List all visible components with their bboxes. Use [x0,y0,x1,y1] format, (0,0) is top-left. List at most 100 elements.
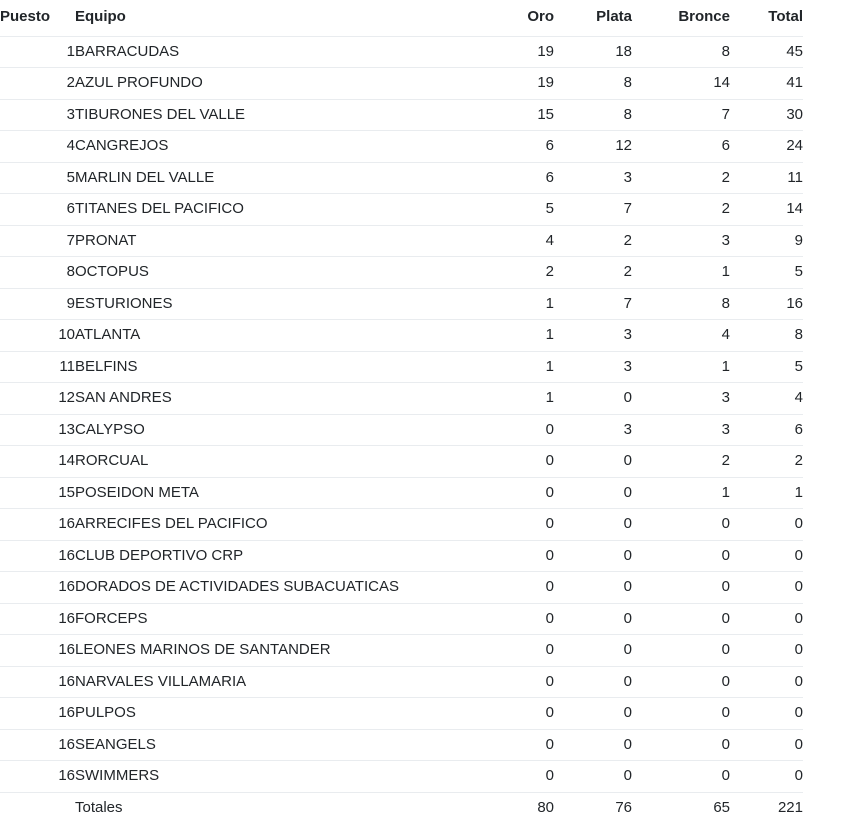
totals-row: Totales 80 76 65 221 [0,791,803,823]
cell-puesto: 16 [0,665,75,698]
table-row[interactable]: 12 SAN ANDRES 1 0 3 4 [0,382,803,414]
cell-bronce: 0 [632,697,730,729]
cell-plata: 12 [554,130,632,162]
table-row[interactable]: 16 PULPOS 0 0 0 0 [0,697,803,729]
cell-bronce: 3 [632,224,730,257]
table-row[interactable]: 6 TITANES DEL PACIFICO 5 7 2 14 [0,193,803,225]
table-row[interactable]: 3 TIBURONES DEL VALLE 15 8 7 30 [0,98,803,131]
cell-puesto: 8 [0,256,75,288]
cell-equipo: CLUB DEPORTIVO CRP [75,539,488,572]
column-header-total[interactable]: Total [730,0,803,37]
cell-total: 0 [730,728,803,761]
table-row[interactable]: 9 ESTURIONES 1 7 8 16 [0,287,803,320]
cell-plata: 3 [554,413,632,446]
cell-oro: 6 [488,130,554,162]
cell-equipo: FORCEPS [75,602,488,635]
cell-equipo: DORADOS DE ACTIVIDADES SUBACUATICAS [75,571,488,603]
cell-bronce: 6 [632,130,730,162]
cell-total: 2 [730,445,803,477]
table-row[interactable]: 16 SEANGELS 0 0 0 0 [0,728,803,761]
cell-oro: 0 [488,539,554,572]
cell-equipo: SAN ANDRES [75,382,488,414]
table-row[interactable]: 10 ATLANTA 1 3 4 8 [0,319,803,351]
cell-total: 0 [730,697,803,729]
table-row[interactable]: 4 CANGREJOS 6 12 6 24 [0,130,803,162]
cell-plata: 3 [554,350,632,383]
cell-bronce: 3 [632,413,730,446]
cell-plata: 0 [554,382,632,414]
table-body: 1 BARRACUDAS 19 18 8 45 2 AZUL PROFUNDO 19 8 14 41 3… [0,36,803,792]
cell-equipo: MARLIN DEL VALLE [75,161,488,194]
cell-puesto: 9 [0,287,75,320]
table-row[interactable]: 7 PRONAT 4 2 3 9 [0,224,803,257]
totals-total: 221 [730,791,803,823]
cell-puesto: 6 [0,193,75,225]
table-row[interactable]: 16 LEONES MARINOS DE SANTANDER 0 0 0 0 [0,634,803,666]
cell-puesto: 15 [0,476,75,509]
cell-puesto: 1 [66,42,75,60]
cell-puesto: 16 [0,571,75,603]
cell-total: 30 [730,98,803,131]
cell-oro: 0 [488,445,554,477]
cell-puesto: 7 [0,224,75,257]
cell-oro: 19 [488,67,554,99]
cell-puesto: 16 [0,728,75,761]
table-row[interactable]: 16 SWIMMERS 0 0 0 0 [0,760,803,792]
cell-equipo: ARRECIFES DEL PACIFICO [75,508,488,540]
cell-puesto: 12 [0,382,75,414]
cell-plata: 8 [554,98,632,131]
cell-equipo: TITANES DEL PACIFICO [75,193,488,225]
cell-puesto: 16 [0,697,75,729]
cell-oro: 5 [488,193,554,225]
cell-oro: 1 [488,287,554,320]
column-header-equipo[interactable]: Equipo [75,0,488,37]
cell-equipo: BARRACUDAS [75,42,180,60]
column-header-bronce[interactable]: Bronce [632,0,730,37]
cell-plata: 0 [554,760,632,792]
cell-bronce: 8 [632,287,730,320]
cell-puesto: 3 [0,98,75,131]
cell-bronce: 0 [632,760,730,792]
table-row[interactable]: 14 RORCUAL 0 0 2 2 [0,445,803,477]
table-row[interactable]: 15 POSEIDON META 0 0 1 1 [0,476,803,509]
table-row[interactable]: 13 CALYPSO 0 3 3 6 [0,413,803,446]
cell-puesto: 16 [0,634,75,666]
table-row[interactable]: 1 BARRACUDAS 19 18 8 45 [0,36,803,68]
cell-puesto: 16 [0,602,75,635]
cell-equipo: LEONES MARINOS DE SANTANDER [75,634,488,666]
cell-puesto: 13 [0,413,75,446]
cell-oro: 2 [488,256,554,288]
cell-oro: 4 [488,224,554,257]
column-header-puesto[interactable]: Puesto [0,0,75,37]
cell-oro: 0 [488,571,554,603]
column-header-oro[interactable]: Oro [488,0,554,37]
cell-bronce: 2 [632,161,730,194]
cell-plata: 0 [554,602,632,635]
cell-oro: 0 [488,413,554,446]
cell-equipo: PRONAT [75,224,488,257]
cell-puesto: 11 [0,350,75,383]
cell-oro: 19 [537,42,554,60]
cell-total: 14 [730,193,803,225]
table-row[interactable]: 16 CLUB DEPORTIVO CRP 0 0 0 0 [0,539,803,572]
table-row[interactable]: 8 OCTOPUS 2 2 1 5 [0,256,803,288]
table-row[interactable]: 16 NARVALES VILLAMARIA 0 0 0 0 [0,665,803,698]
cell-plata: 8 [554,67,632,99]
cell-oro: 0 [488,508,554,540]
cell-equipo: BELFINS [75,350,488,383]
cell-total: 5 [730,350,803,383]
column-header-plata[interactable]: Plata [554,0,632,37]
cell-equipo: PULPOS [75,697,488,729]
table-row[interactable]: 16 FORCEPS 0 0 0 0 [0,602,803,635]
cell-bronce: 8 [721,42,730,60]
cell-plata: 2 [554,224,632,257]
cell-puesto: 2 [0,67,75,99]
cell-equipo: OCTOPUS [75,256,488,288]
cell-total: 4 [730,382,803,414]
table-row[interactable]: 16 ARRECIFES DEL PACIFICO 0 0 0 0 [0,508,803,540]
table-row[interactable]: 11 BELFINS 1 3 1 5 [0,350,803,383]
table-row[interactable]: 16 DORADOS DE ACTIVIDADES SUBACUATICAS 0 0 0… [0,571,803,603]
table-row[interactable]: 5 MARLIN DEL VALLE 6 3 2 11 [0,161,803,194]
cell-oro: 1 [488,350,554,383]
table-row[interactable]: 2 AZUL PROFUNDO 19 8 14 41 [0,67,803,99]
